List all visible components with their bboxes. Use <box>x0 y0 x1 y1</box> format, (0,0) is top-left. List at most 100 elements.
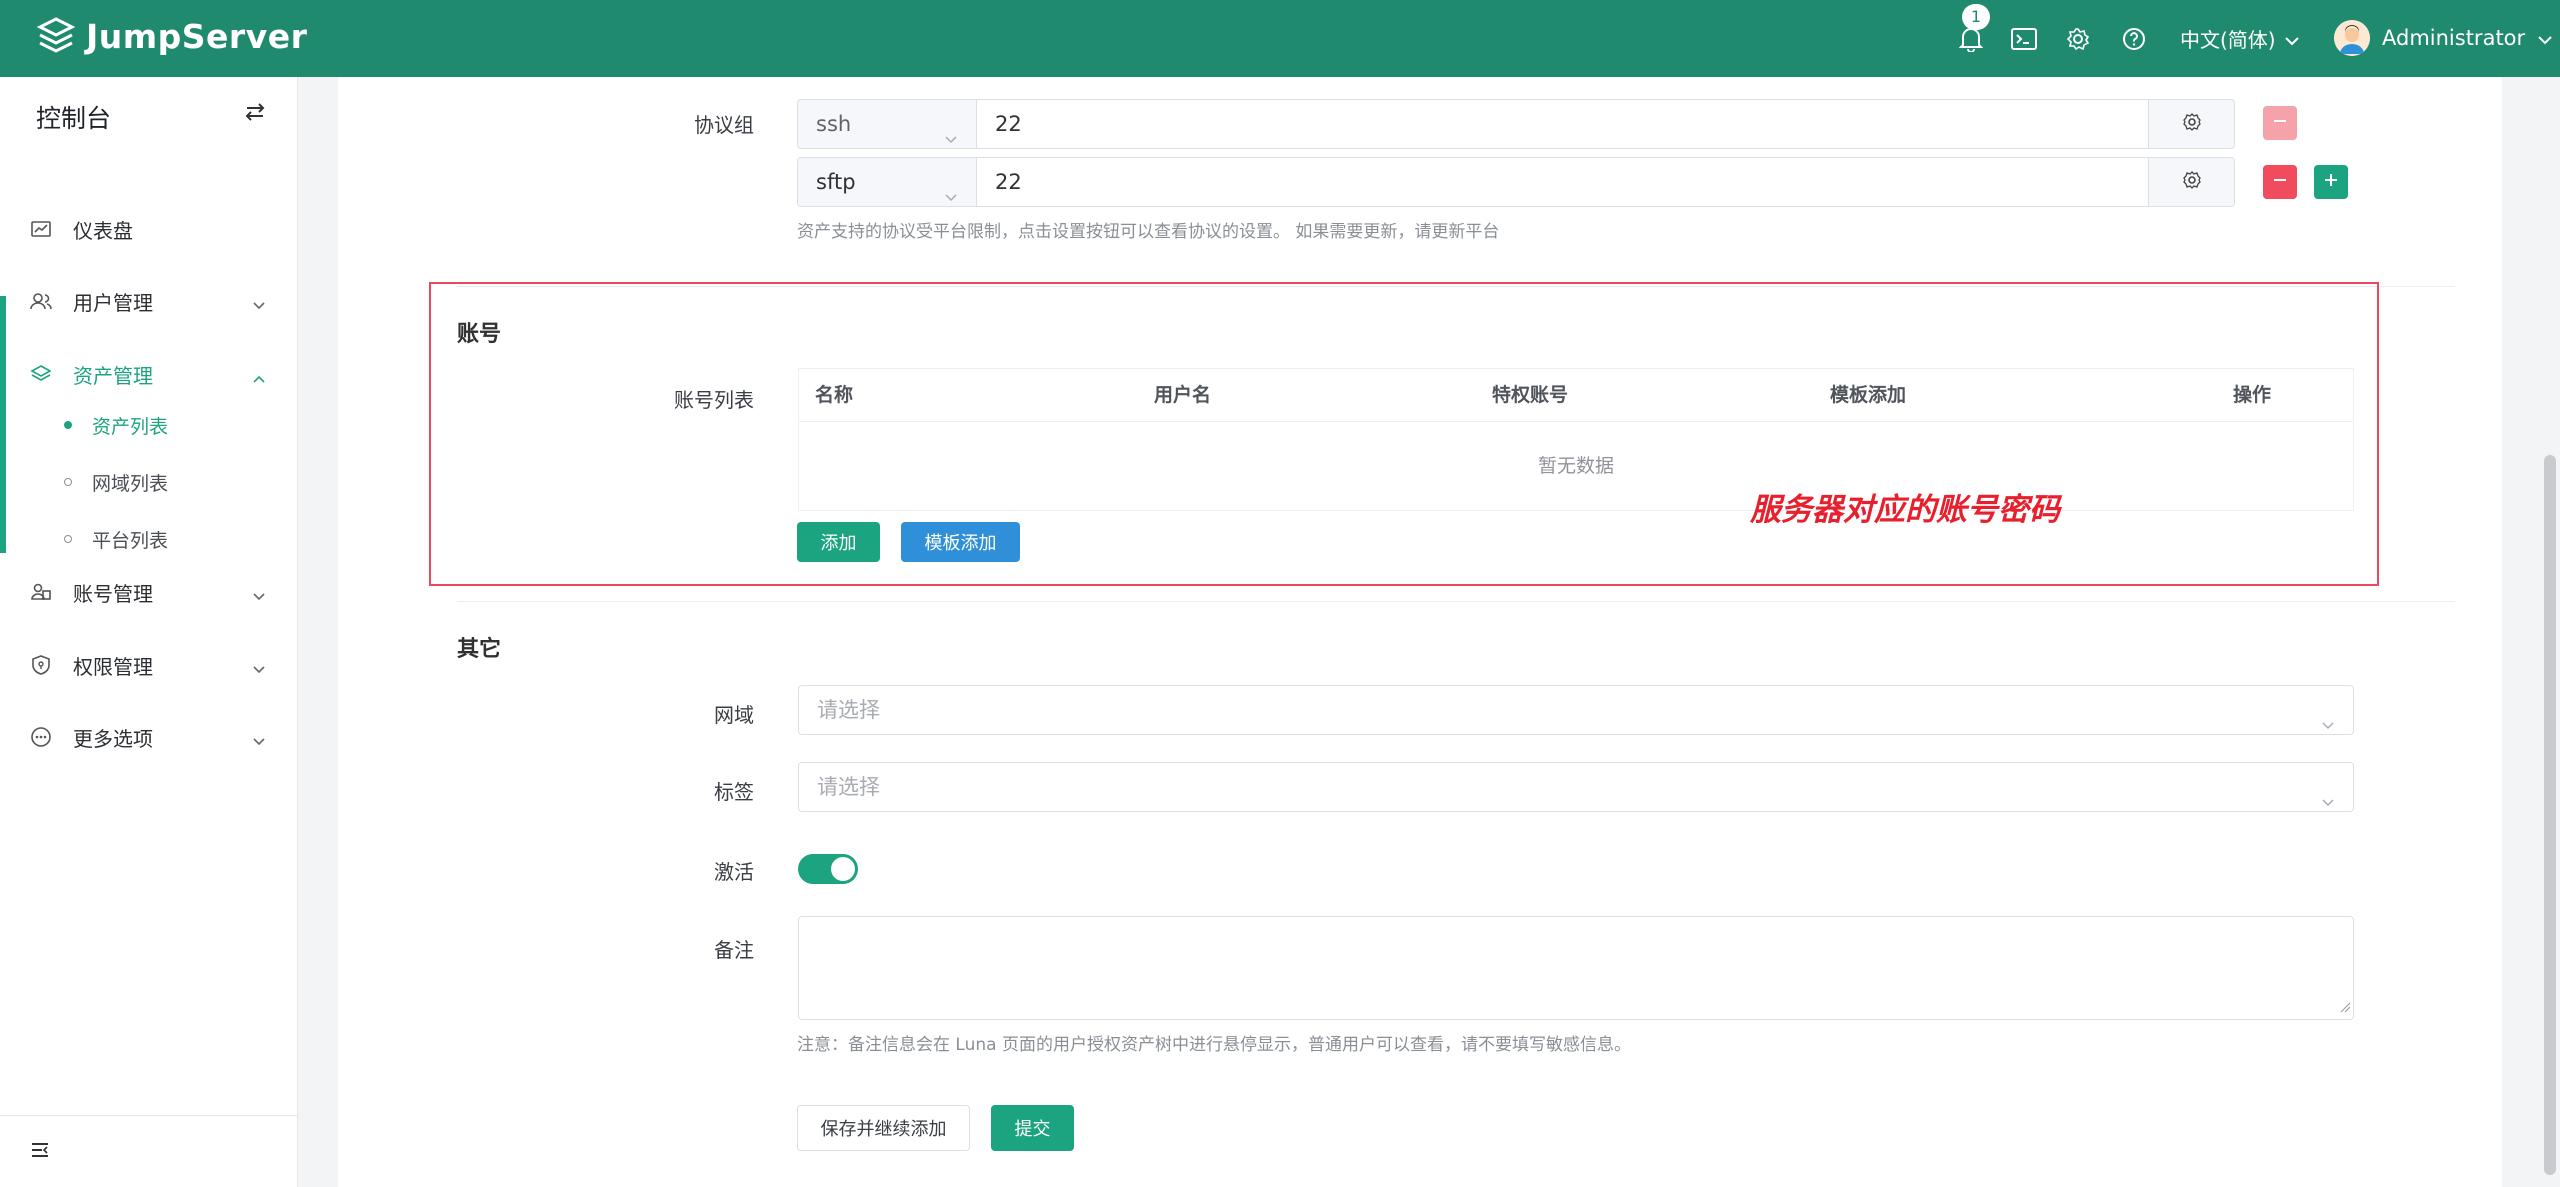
port-value: 22 <box>995 170 1022 194</box>
column-header-username: 用户名 <box>1154 384 1212 406</box>
jumpserver-logo-icon <box>36 16 76 56</box>
users-icon <box>30 290 52 312</box>
account-section-title: 账号 <box>457 322 502 347</box>
chevron-up-icon <box>252 367 266 383</box>
port-input-ssh[interactable]: 22 <box>977 99 2149 149</box>
gear-icon <box>2182 170 2202 194</box>
tags-placeholder: 请选择 <box>817 775 880 799</box>
protocol-hint: 资产支持的协议受平台限制，点击设置按钮可以查看协议的设置。 如果需要更新，请更新… <box>797 222 1500 242</box>
language-selector[interactable]: 中文(简体) <box>2180 24 2300 53</box>
sidebar-item-dashboard[interactable]: 仪表盘 <box>0 193 298 265</box>
chevron-down-icon <box>2321 702 2335 730</box>
more-icon <box>30 726 52 748</box>
annotation-text: 服务器对应的账号密码 <box>1750 492 2060 528</box>
notification-badge: 1 <box>1962 4 1990 30</box>
settings-gear-icon[interactable] <box>2061 22 2095 56</box>
logo-text: JumpServer <box>86 16 308 56</box>
bullet-icon <box>64 421 72 429</box>
bullet-icon <box>64 478 72 486</box>
submit-button[interactable]: 提交 <box>991 1105 1074 1151</box>
layers-icon <box>30 363 52 385</box>
sidebar-item-label: 资产管理 <box>73 363 153 388</box>
remove-protocol-button[interactable] <box>2263 106 2297 140</box>
chevron-down-icon <box>252 658 266 674</box>
swap-arrows-icon[interactable] <box>244 101 270 127</box>
sidebar-item-permissions[interactable]: 权限管理 <box>0 629 298 701</box>
sidebar-item-accounts[interactable]: 账号管理 <box>0 556 298 628</box>
tags-select[interactable]: 请选择 <box>798 762 2354 812</box>
sidebar-item-users[interactable]: 用户管理 <box>0 265 298 337</box>
chevron-down-icon <box>2321 779 2335 807</box>
minus-icon <box>2272 113 2288 133</box>
protocol-group-label: 协议组 <box>694 113 754 137</box>
help-question-icon[interactable] <box>2117 22 2151 56</box>
comment-label: 备注 <box>714 938 754 962</box>
column-header-template: 模板添加 <box>1830 384 1907 406</box>
chevron-down-icon <box>2537 26 2553 50</box>
sidebar-item-more[interactable]: 更多选项 <box>0 701 298 773</box>
sidebar-item-label: 权限管理 <box>73 654 153 679</box>
active-toggle[interactable] <box>798 854 858 884</box>
scrollbar-thumb[interactable] <box>2544 455 2556 1175</box>
comment-hint: 注意：备注信息会在 Luna 页面的用户授权资产树中进行悬停显示，普通用户可以查… <box>797 1035 1631 1055</box>
protocol-name: ssh <box>816 112 852 136</box>
sidebar-title: 控制台 <box>36 104 112 133</box>
column-header-privileged: 特权账号 <box>1492 384 1569 406</box>
sidebar-item-label: 账号管理 <box>73 581 153 606</box>
column-header-actions: 操作 <box>2233 384 2272 406</box>
sidebar-subitem-label: 平台列表 <box>92 529 169 552</box>
user-menu[interactable]: Administrator <box>2334 20 2553 56</box>
protocol-settings-button[interactable] <box>2149 157 2235 207</box>
section-divider <box>457 601 2455 602</box>
chevron-down-icon <box>944 116 958 144</box>
tags-label: 标签 <box>714 780 754 804</box>
add-account-button[interactable]: 添加 <box>797 522 880 562</box>
sidebar-subitem-domain-list[interactable]: 网域列表 <box>0 454 298 510</box>
gear-icon <box>2182 112 2202 136</box>
domain-label: 网域 <box>714 703 754 727</box>
chevron-down-icon <box>252 730 266 746</box>
other-section-title: 其它 <box>457 637 502 662</box>
sidebar-item-label: 更多选项 <box>73 726 153 751</box>
chevron-down-icon <box>252 585 266 601</box>
bullet-icon <box>64 535 72 543</box>
form-card <box>338 77 2502 1187</box>
column-header-name: 名称 <box>815 384 854 406</box>
sidebar-subitem-label: 网域列表 <box>92 472 169 495</box>
protocol-select-ssh[interactable]: ssh <box>797 99 977 149</box>
active-label: 激活 <box>714 860 754 884</box>
protocol-name: sftp <box>816 170 856 194</box>
username: Administrator <box>2382 26 2526 50</box>
dashboard-icon <box>30 218 52 240</box>
resize-handle-icon[interactable] <box>2339 998 2351 1017</box>
comment-textarea[interactable] <box>798 916 2354 1020</box>
toggle-knob <box>831 857 855 881</box>
sidebar-item-label: 用户管理 <box>73 290 153 315</box>
language-label: 中文(简体) <box>2180 28 2276 52</box>
sidebar: 控制台 仪表盘 用户管理 资产管理 资产列表 网域列表 平台列表 账号管理 权限… <box>0 77 298 1187</box>
chevron-down-icon <box>2284 27 2300 51</box>
sidebar-subitem-asset-list[interactable]: 资产列表 <box>0 397 298 453</box>
domain-select[interactable]: 请选择 <box>798 685 2354 735</box>
port-value: 22 <box>995 112 1022 136</box>
port-input-sftp[interactable]: 22 <box>977 157 2149 207</box>
minus-icon <box>2272 172 2288 192</box>
template-add-button[interactable]: 模板添加 <box>901 522 1020 562</box>
logo[interactable]: JumpServer <box>36 16 307 56</box>
chevron-down-icon <box>252 294 266 310</box>
sidebar-footer <box>0 1115 298 1187</box>
protocol-settings-button[interactable] <box>2149 99 2235 149</box>
remove-protocol-button[interactable] <box>2263 165 2297 199</box>
add-protocol-button[interactable] <box>2314 165 2348 199</box>
chevron-down-icon <box>944 174 958 202</box>
shield-icon <box>30 654 52 676</box>
table-empty-text: 暂无数据 <box>1537 455 1614 477</box>
account-icon <box>30 581 52 603</box>
collapse-menu-icon[interactable] <box>30 1140 52 1162</box>
terminal-icon[interactable] <box>2007 22 2041 56</box>
save-and-continue-button[interactable]: 保存并继续添加 <box>797 1105 970 1151</box>
protocol-select-sftp[interactable]: sftp <box>797 157 977 207</box>
plus-icon <box>2323 172 2339 192</box>
sidebar-item-label: 仪表盘 <box>73 218 133 243</box>
top-header: JumpServer 1 中文(简体) Administrator <box>0 0 2560 77</box>
